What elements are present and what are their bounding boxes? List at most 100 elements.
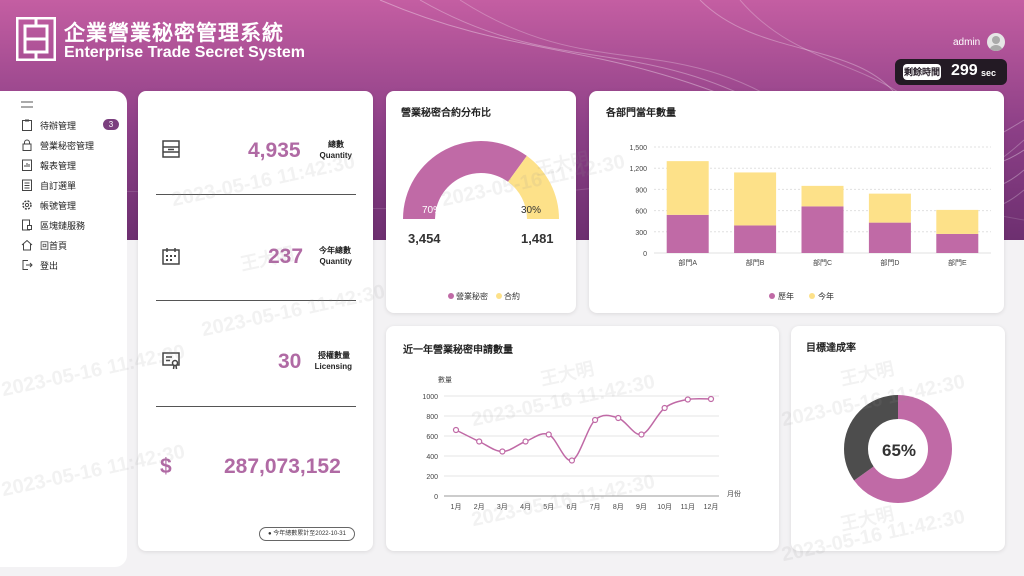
sidebar-item-accounts[interactable]: 帳號管理 xyxy=(0,195,127,215)
timer-value: 299 xyxy=(951,62,978,79)
license-count-label: 授權數量 xyxy=(318,351,350,360)
bar-segment xyxy=(868,193,911,223)
sidebar-item-logout[interactable]: 登出 xyxy=(0,255,127,275)
sidebar-item-label: 帳號管理 xyxy=(40,200,77,211)
donut-chart xyxy=(844,395,952,503)
y-tick-label: 0 xyxy=(434,494,438,501)
legend-label-secret: 營業秘密 xyxy=(456,292,488,301)
data-point xyxy=(615,414,622,422)
avatar-body xyxy=(989,45,1003,51)
data-point xyxy=(522,438,529,445)
sidebar-item-label: 自訂選單 xyxy=(40,180,77,191)
legend-dot-contract xyxy=(496,293,502,299)
app-subtitle: Enterprise Trade Secret System xyxy=(64,44,306,61)
avatar[interactable] xyxy=(987,33,1005,51)
x-tick-label: 部門D xyxy=(880,258,899,267)
contract-distribution-card: 營業秘密合約分布比 70% 30% 3,454 1,481 營業秘密 合約 xyxy=(386,91,576,313)
x-tick-label: 2月 xyxy=(474,503,485,511)
amount-value: 287,073,152 xyxy=(224,455,341,478)
sidebar: 待辦管理 3 營業秘密管理 報表管理 自訂選單 帳號管理 區塊鏈服務 回首頁 登… xyxy=(0,91,127,567)
bar-segment xyxy=(666,214,709,253)
data-point xyxy=(545,431,552,438)
bar-segment xyxy=(936,209,979,234)
series-line xyxy=(455,397,712,462)
sidebar-item-label: 登出 xyxy=(40,260,59,271)
lock-icon xyxy=(22,139,32,151)
bar-segment xyxy=(734,172,777,226)
app-title: 企業營業秘密管理系統 xyxy=(64,22,284,45)
y-tick-label: 600 xyxy=(426,434,438,441)
line-chart: 0 200 400 600 800 1000 數量月份 1月 2月 3月 4月 5月 6月 7月 8月 9月 1… xyxy=(422,375,741,511)
bar-segment xyxy=(801,206,844,253)
legend-dot-secret xyxy=(448,293,454,299)
y-tick-label: 200 xyxy=(426,474,438,481)
gear-icon xyxy=(22,200,32,210)
y-tick-label: 300 xyxy=(635,230,647,237)
year-count-label-en: Quantity xyxy=(319,257,352,266)
home-icon xyxy=(21,239,33,251)
username[interactable]: admin xyxy=(953,37,980,48)
sidebar-item-label: 營業秘密管理 xyxy=(40,140,95,151)
y-tick-label: 400 xyxy=(426,454,438,461)
gauge-chart xyxy=(403,141,559,299)
x-tick-label: 5月 xyxy=(543,503,554,511)
bar-chart: 0 300 600 900 1,200 1,500 部門A 部門B 部門C 部門D 部門E 歷年 今年 xyxy=(629,145,991,301)
clipboard-icon xyxy=(22,119,32,131)
data-point xyxy=(452,426,460,434)
target-rate-card: 目標達成率 65% xyxy=(791,326,1005,551)
gauge-right-value: 1,481 xyxy=(521,231,554,246)
target-percent: 65% xyxy=(881,441,917,460)
bar-segment xyxy=(666,161,709,215)
sidebar-item-label: 區塊鏈服務 xyxy=(40,220,86,231)
divider xyxy=(156,194,356,195)
certificate-icon xyxy=(162,352,180,370)
sidebar-item-blockchain[interactable]: 區塊鏈服務 xyxy=(0,215,127,235)
bar-segment xyxy=(936,233,979,253)
x-tick-label: 部門A xyxy=(678,258,697,267)
divider xyxy=(156,406,356,407)
sidebar-item-home[interactable]: 回首頁 xyxy=(0,235,127,255)
timer-label: 剩餘時間 xyxy=(903,64,941,80)
gauge-left-percent: 70% xyxy=(422,205,443,216)
license-count-label-en: Licensing xyxy=(314,362,352,371)
x-axis-label: 月份 xyxy=(727,489,741,498)
x-tick-label: 12月 xyxy=(704,503,719,511)
archive-icon xyxy=(162,140,180,158)
legend-dot xyxy=(769,293,775,299)
sidebar-item-label: 待辦管理 xyxy=(40,120,77,131)
sidebar-item-label: 回首頁 xyxy=(40,240,68,251)
data-point xyxy=(499,448,506,455)
todo-count-badge: 3 xyxy=(103,119,119,130)
bar-segment xyxy=(801,185,844,207)
sidebar-item-label: 報表管理 xyxy=(40,160,77,171)
calendar-icon xyxy=(162,248,180,265)
document-chain-icon xyxy=(22,219,32,231)
total-count-label-en: Quantity xyxy=(319,151,352,160)
bar-segment xyxy=(734,225,777,253)
y-tick-label: 600 xyxy=(635,209,647,216)
x-tick-label: 3月 xyxy=(497,503,508,511)
sidebar-item-todo[interactable]: 待辦管理 3 xyxy=(0,115,127,135)
y-axis-label: 數量 xyxy=(438,375,452,384)
x-tick-label: 部門C xyxy=(813,258,832,267)
data-point xyxy=(476,438,483,445)
timer-unit: sec xyxy=(981,68,997,78)
sidebar-item-custom-menu[interactable]: 自訂選單 xyxy=(0,175,127,195)
bar-segment xyxy=(868,222,911,253)
y-tick-label: 1000 xyxy=(422,394,438,401)
total-count-value: 4,935 xyxy=(248,139,301,162)
y-tick-label: 0 xyxy=(643,251,647,258)
x-tick-label: 部門E xyxy=(948,258,967,267)
menu-toggle-icon[interactable] xyxy=(21,101,33,108)
logout-icon xyxy=(22,260,33,270)
sidebar-item-trade-secret[interactable]: 營業秘密管理 xyxy=(0,135,127,155)
data-point xyxy=(568,457,576,464)
y-tick-label: 1,200 xyxy=(629,166,647,173)
data-point xyxy=(707,395,715,403)
sidebar-item-reports[interactable]: 報表管理 xyxy=(0,155,127,175)
x-tick-label: 8月 xyxy=(613,503,624,511)
x-tick-label: 9月 xyxy=(636,503,647,511)
gauge-right-percent: 30% xyxy=(521,205,542,216)
y-tick-label: 1,500 xyxy=(629,145,647,152)
x-tick-label: 7月 xyxy=(590,503,601,511)
